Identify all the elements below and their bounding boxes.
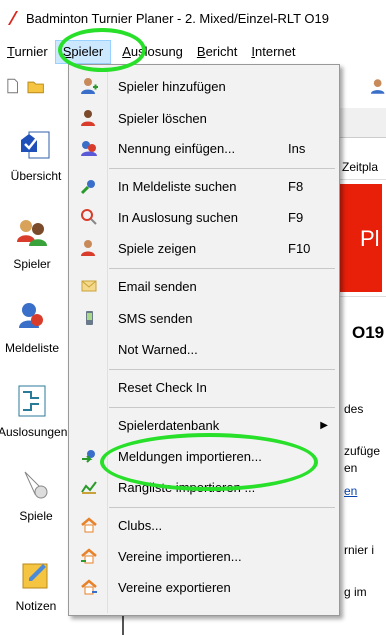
menu-auslosung[interactable]: Auslosung [115,40,190,64]
menu-internet[interactable]: Internet [244,40,302,64]
draw-bracket-icon [18,385,46,417]
menu-item-clubs[interactable]: Clubs... [70,510,338,540]
sms-icon [86,311,93,325]
insert-entry-icon [81,141,97,156]
menu-item-send-sms[interactable]: SMS senden [70,303,338,333]
menu-item-not-warned[interactable]: Not Warned... [70,334,338,364]
tournament-heading: O19 [352,323,385,342]
shuttlecock-icon [24,471,48,499]
sidebar-label: Übersicht [10,169,62,183]
add-player-icon [81,78,98,94]
menu-separator [109,507,335,508]
spieler-menu: Spieler hinzufügen Spieler löschen Nennu… [68,64,340,616]
menu-item-player-database[interactable]: Spielerdatenbank ▶ [70,410,338,440]
sidebar-label: Meldeliste [4,341,60,355]
submenu-arrow-icon: ▶ [320,419,328,431]
sidebar-label: Notizen [15,599,57,613]
menu-item-send-email[interactable]: Email senden [70,271,338,301]
sidebar-label: Auslosungen [0,425,68,439]
sidebar-label: Spiele [19,509,53,523]
menu-item-import-clubs[interactable]: Vereine importieren... [70,541,338,571]
menu-item-import-entries[interactable]: Meldungen importieren... [70,441,338,471]
notes-icon [22,563,48,589]
export-clubs-icon [81,579,97,595]
search-draw-icon [81,209,97,225]
players-icon [17,220,47,246]
menu-spieler[interactable]: Spieler [54,40,112,64]
window-title: Badminton Turnier Planer - 2. Mixed/Einz… [26,10,329,26]
menu-bar: Turnier Spieler Auslosung Bericht Intern… [0,38,386,66]
player-toolbar-icon[interactable] [369,77,386,95]
content-text: zufüge [344,444,381,458]
menu-item-search-draw[interactable]: In Auslosung suchen F9 [70,202,338,232]
content-text: rnier i [344,543,375,557]
content-link[interactable]: en [344,484,357,498]
sidebar-item-draws[interactable]: Auslosungen [0,384,68,439]
menu-item-export-clubs[interactable]: Vereine exportieren [70,572,338,602]
menu-item-reset-check-in[interactable]: Reset Check In [70,372,338,402]
sidebar-item-overview[interactable]: Übersicht [2,128,70,183]
menu-separator [109,168,335,169]
sidebar-item-entries[interactable]: Meldeliste [0,300,66,355]
menu-separator [109,407,335,408]
title-bar: Badminton Turnier Planer - 2. Mixed/Einz… [0,0,386,36]
banner-text: Pl [360,226,380,251]
import-clubs-icon [81,548,97,564]
delete-player-icon [81,110,95,126]
app-logo-icon [8,11,18,25]
import-entries-icon [82,450,95,463]
content-text: en [344,461,358,475]
content-text: g im [344,585,367,599]
clubs-icon [81,517,97,533]
menu-bericht[interactable]: Bericht [190,40,244,64]
open-folder-icon[interactable] [27,77,45,95]
menu-item-delete-player[interactable]: Spieler löschen [70,103,338,133]
menu-item-search-entries[interactable]: In Meldeliste suchen F8 [70,171,338,201]
new-file-icon[interactable] [4,77,21,95]
tab-schedule[interactable]: Zeitpla [342,160,378,174]
sidebar-item-notes[interactable]: Notizen [2,558,70,613]
menu-separator [109,268,335,269]
menu-item-insert-entry[interactable]: Nennung einfügen... Ins [70,133,338,163]
sidebar-item-matches[interactable]: Spiele [2,468,70,523]
show-matches-icon [81,240,95,256]
menu-turnier[interactable]: Turnier [0,40,55,64]
email-icon [81,280,97,292]
menu-item-add-player[interactable]: Spieler hinzufügen [70,71,338,101]
import-ranking-icon [81,481,97,494]
search-entries-icon [80,180,95,195]
menu-item-show-matches[interactable]: Spiele zeigen F10 [70,233,338,263]
sidebar-label: Spieler [13,257,51,271]
sidebar-item-players[interactable]: Spieler [0,216,66,271]
entries-list-icon [19,303,43,328]
overview-icon [21,131,50,159]
menu-separator [109,369,335,370]
content-text: des [344,402,364,416]
menu-item-import-ranking[interactable]: Rangliste importieren ... [70,472,338,502]
